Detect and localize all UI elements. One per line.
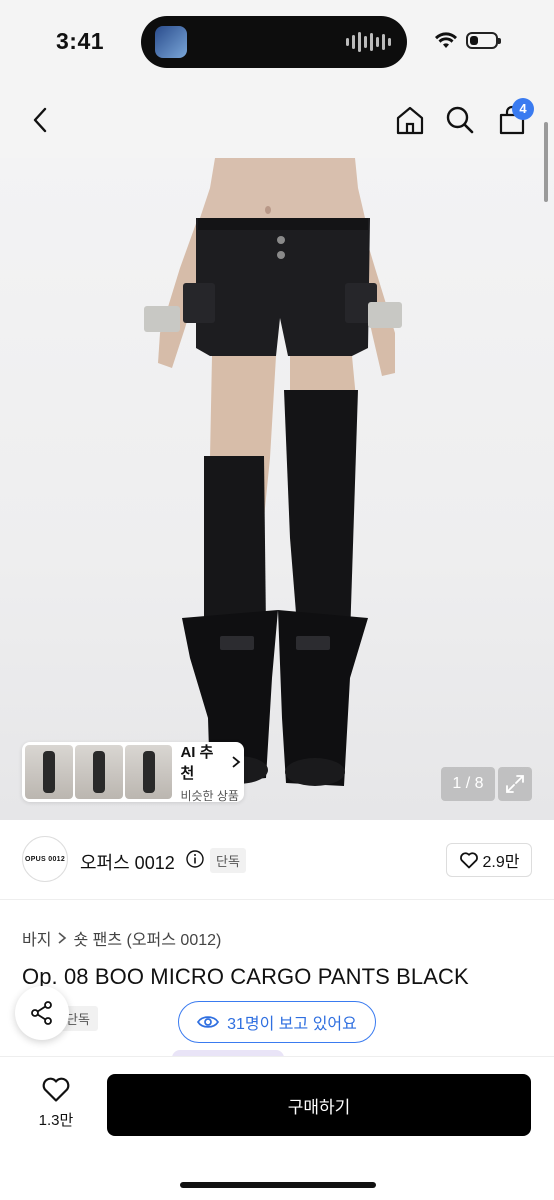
live-viewers-pill: 31명이 보고 있어요	[178, 1001, 376, 1043]
home-button[interactable]	[390, 100, 430, 140]
status-bar: 3:41	[0, 0, 554, 84]
expand-icon	[506, 775, 524, 793]
brand-like-count: 2.9만	[482, 854, 520, 871]
status-time: 3:41	[56, 28, 105, 54]
chevron-right-icon	[58, 932, 67, 944]
brand-row: OPUS 0012 오퍼스 0012 단독 2.9만	[0, 820, 554, 900]
home-indicator	[180, 1182, 376, 1188]
info-icon[interactable]	[186, 850, 204, 868]
expand-image-button[interactable]	[498, 767, 532, 801]
home-icon	[396, 106, 424, 135]
brand-name[interactable]: 오퍼스 0012	[80, 849, 175, 875]
ai-recommend-title: AI 추천	[180, 741, 241, 783]
ai-recommend-subtitle: 비슷한 상품	[180, 788, 239, 803]
product-photo	[144, 158, 402, 786]
live-viewers-text: 31명이 보고 있어요	[227, 1016, 357, 1033]
recommend-thumbnail[interactable]	[25, 745, 73, 799]
ai-recommend-card[interactable]: AI 추천 비슷한 상품	[22, 741, 244, 804]
bottom-purchase-bar: 1.3만 구매하기	[0, 1056, 554, 1200]
ai-recommend-link[interactable]: AI 추천 비슷한 상품	[180, 741, 241, 804]
breadcrumb-category[interactable]: 바지	[22, 926, 51, 950]
cart-count-badge: 4	[512, 98, 534, 120]
share-button[interactable]	[15, 986, 69, 1040]
brand-logo[interactable]: OPUS 0012	[22, 836, 68, 882]
dynamic-island	[141, 16, 407, 68]
battery-icon	[466, 32, 501, 49]
audio-wave-icon	[346, 32, 391, 52]
wifi-icon	[435, 32, 457, 48]
recommend-thumbnail[interactable]	[74, 745, 123, 799]
search-button[interactable]	[440, 100, 480, 140]
cart-button[interactable]: 4	[492, 98, 534, 140]
eye-icon	[197, 1016, 220, 1028]
chevron-left-icon	[33, 107, 47, 133]
product-image[interactable]	[0, 158, 554, 820]
buy-button[interactable]: 구매하기	[107, 1074, 531, 1136]
back-button[interactable]	[20, 100, 60, 140]
scroll-indicator[interactable]	[544, 122, 548, 202]
battery-level	[470, 36, 478, 45]
product-title: Op. 08 BOO MICRO CARGO PANTS BLACK	[22, 964, 469, 989]
search-icon	[446, 106, 474, 134]
breadcrumb-subcategory[interactable]: 숏 팬츠 (오퍼스 0012)	[73, 926, 221, 950]
wishlist-count: 1.3만	[38, 1112, 74, 1129]
ai-recommend-label: AI 추천	[180, 743, 214, 782]
heart-icon	[459, 852, 478, 869]
now-playing-app-icon	[155, 26, 187, 58]
heart-icon	[42, 1077, 70, 1102]
breadcrumb: 바지 숏 팬츠 (오퍼스 0012)	[22, 926, 221, 950]
top-nav-bar: 4	[0, 84, 554, 158]
brand-exclusive-badge: 단독	[210, 848, 246, 873]
recommend-thumbnail[interactable]	[124, 745, 173, 799]
share-icon	[31, 1001, 52, 1025]
brand-like-button[interactable]: 2.9만	[446, 843, 532, 877]
wishlist-button[interactable]: 1.3만	[20, 1075, 92, 1135]
image-page-counter: 1 / 8	[441, 767, 495, 801]
chevron-right-icon	[232, 755, 241, 768]
